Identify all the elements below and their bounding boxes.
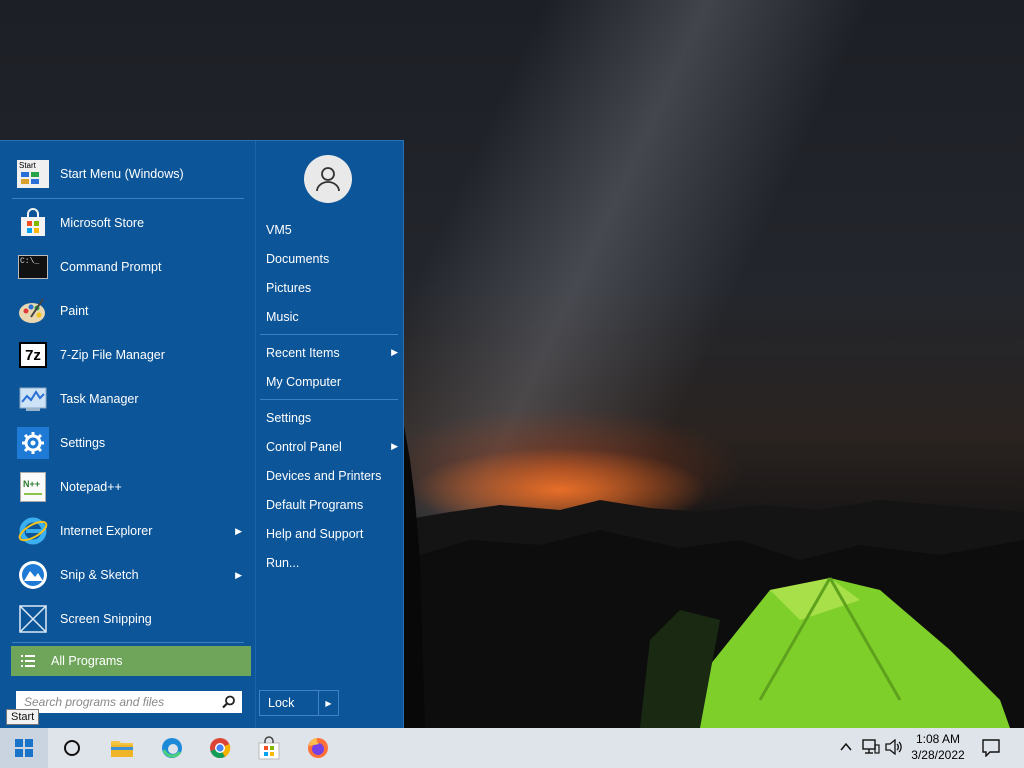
place-documents[interactable]: Documents	[266, 252, 398, 266]
submenu-arrow-icon: ▶	[391, 347, 398, 357]
user-icon	[316, 167, 340, 192]
store-bag-icon	[16, 206, 50, 240]
clock-time: 1:08 AM	[915, 732, 961, 746]
start-tooltip: Start	[6, 709, 40, 725]
place-vm5[interactable]: VM5	[266, 223, 398, 237]
chrome-taskbar-button[interactable]	[196, 728, 244, 768]
show-hidden-icons-chevron-icon[interactable]	[840, 741, 852, 753]
program-label: Task Manager	[60, 392, 139, 406]
separator	[260, 399, 398, 400]
program-microsoft-store[interactable]: Microsoft Store	[12, 203, 248, 243]
7zip-icon-text: 7z	[19, 342, 47, 368]
all-programs-button[interactable]: All Programs	[11, 646, 251, 676]
cortana-button[interactable]	[48, 728, 96, 768]
program-settings[interactable]: Settings	[12, 423, 248, 463]
program-command-prompt[interactable]: C:\_ Command Prompt	[12, 247, 248, 287]
start-icon-caption: Start	[19, 161, 36, 170]
control-panel-label: Control Panel	[266, 440, 342, 454]
program-label: Command Prompt	[60, 260, 162, 274]
snip-sketch-icon	[16, 558, 50, 592]
store-taskbar-button[interactable]	[245, 728, 293, 768]
edge-taskbar-button[interactable]	[148, 728, 196, 768]
firefox-taskbar-button[interactable]	[294, 728, 342, 768]
list-icon	[21, 655, 35, 667]
program-label: 7-Zip File Manager	[60, 348, 165, 362]
search-icon[interactable]	[222, 695, 236, 709]
program-label: Internet Explorer	[60, 524, 153, 538]
volume-icon[interactable]	[885, 739, 903, 755]
paint-palette-icon	[16, 294, 50, 328]
program-label: Notepad++	[60, 480, 122, 494]
cortana-circle-icon	[64, 740, 80, 756]
program-screen-snipping[interactable]: Screen Snipping	[12, 599, 248, 639]
program-label: Snip & Sketch	[60, 568, 139, 582]
submenu-arrow-icon: ▶	[391, 441, 398, 451]
program-start-menu-windows[interactable]: Start Start Menu (Windows)	[12, 154, 248, 194]
firefox-icon	[308, 738, 328, 758]
taskbar: 1:08 AM 3/28/2022	[0, 728, 1024, 768]
gear-icon	[16, 426, 50, 460]
program-paint[interactable]: Paint	[12, 291, 248, 331]
start-menu-places: VM5 Documents Pictures Music Recent Item…	[255, 141, 404, 729]
screen-snipping-icon	[16, 602, 50, 636]
clock-date: 3/28/2022	[911, 748, 965, 762]
place-default-programs[interactable]: Default Programs	[266, 498, 398, 512]
edge-icon	[162, 738, 182, 758]
program-snip-sketch[interactable]: Snip & Sketch ▶	[12, 555, 248, 595]
command-prompt-icon: C:\_	[16, 250, 50, 284]
program-label: Screen Snipping	[60, 612, 152, 626]
separator	[260, 334, 398, 335]
place-pictures[interactable]: Pictures	[266, 281, 398, 295]
place-my-computer[interactable]: My Computer	[266, 375, 398, 389]
task-manager-icon	[16, 382, 50, 416]
place-recent-items[interactable]: Recent Items ▶	[266, 346, 398, 360]
place-devices-printers[interactable]: Devices and Printers	[266, 469, 398, 483]
program-task-manager[interactable]: Task Manager	[12, 379, 248, 419]
lock-label: Lock	[268, 696, 295, 710]
program-7zip[interactable]: 7z 7-Zip File Manager	[12, 335, 248, 375]
folder-icon	[111, 741, 133, 757]
program-label: Settings	[60, 436, 106, 450]
search-input[interactable]	[22, 694, 216, 710]
all-programs-label: All Programs	[51, 654, 123, 668]
submenu-arrow-icon: ▶	[235, 569, 242, 580]
place-music[interactable]: Music	[266, 310, 398, 324]
start-menu-programs: Start Start Menu (Windows) Microsoft Sto…	[0, 141, 254, 729]
action-center-notification-icon[interactable]	[982, 739, 1000, 757]
file-explorer-taskbar-button[interactable]	[98, 728, 146, 768]
user-avatar[interactable]	[304, 155, 352, 203]
place-help-support[interactable]: Help and Support	[266, 527, 398, 541]
lock-button[interactable]: Lock ▶	[259, 690, 339, 716]
program-internet-explorer[interactable]: Internet Explorer ▶	[12, 511, 248, 551]
taskbar-clock[interactable]: 1:08 AM 3/28/2022	[905, 731, 971, 763]
lock-options-arrow-icon[interactable]: ▶	[319, 699, 338, 708]
start-menu-app-icon: Start	[16, 157, 50, 191]
program-notepad-plus-plus[interactable]: N++ Notepad++	[12, 467, 248, 507]
separator	[12, 642, 244, 643]
chrome-icon	[210, 738, 231, 759]
start-menu: Start Start Menu (Windows) Microsoft Sto…	[0, 140, 404, 729]
notepad-icon-text: N++	[23, 479, 41, 489]
submenu-arrow-icon: ▶	[235, 525, 242, 536]
place-control-panel[interactable]: Control Panel ▶	[266, 440, 398, 454]
program-label: Microsoft Store	[60, 216, 145, 230]
internet-explorer-icon	[16, 514, 50, 548]
recent-items-label: Recent Items	[266, 346, 340, 360]
network-icon[interactable]	[862, 739, 880, 755]
place-settings[interactable]: Settings	[266, 411, 398, 425]
store-bag-icon	[258, 736, 280, 760]
windows-logo-icon	[15, 739, 33, 757]
program-label: Start Menu (Windows)	[60, 167, 184, 181]
program-label: Paint	[60, 304, 89, 318]
separator	[12, 198, 244, 199]
start-button[interactable]	[0, 728, 48, 768]
notepad-plus-icon: N++	[16, 470, 50, 504]
cmd-icon-text: C:\_	[18, 255, 48, 279]
7zip-icon: 7z	[16, 338, 50, 372]
place-run[interactable]: Run...	[266, 556, 398, 570]
search-box[interactable]	[16, 691, 242, 713]
